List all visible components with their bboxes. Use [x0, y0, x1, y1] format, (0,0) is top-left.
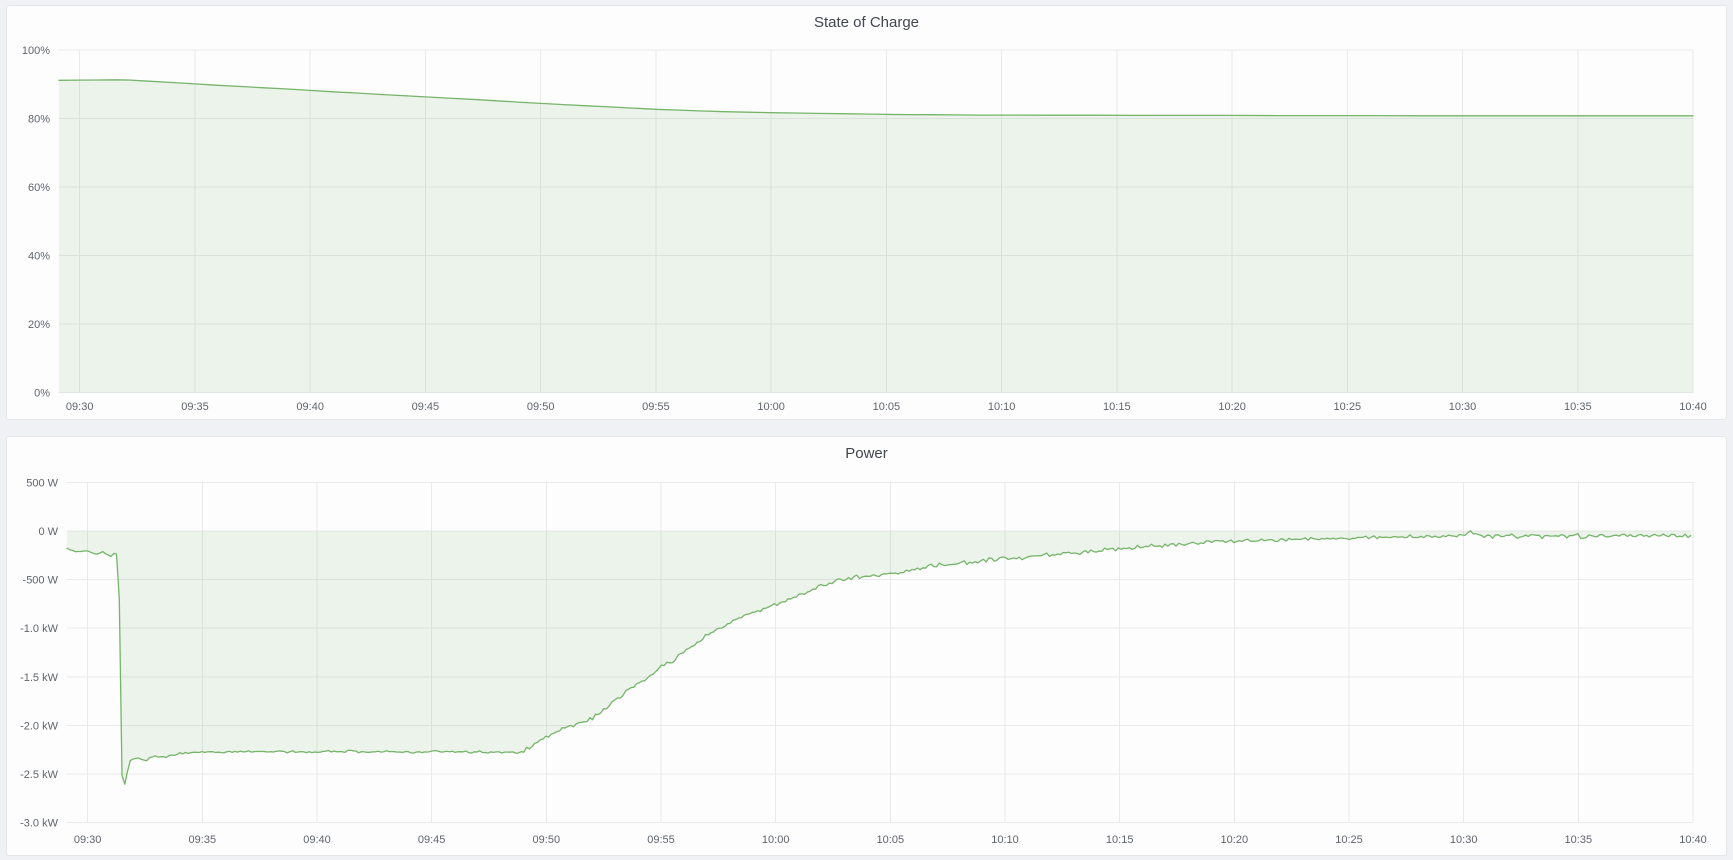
svg-text:10:05: 10:05 [877, 834, 905, 846]
x-axis-labels: 09:30 09:35 09:40 09:45 09:50 09:55 10:00 10:05… [66, 401, 1707, 413]
svg-text:10:30: 10:30 [1450, 834, 1478, 846]
svg-text:10:30: 10:30 [1449, 401, 1477, 413]
svg-text:-2.5 kW: -2.5 kW [20, 769, 59, 781]
svg-text:10:00: 10:00 [762, 834, 790, 846]
svg-text:10:10: 10:10 [988, 401, 1016, 413]
svg-text:0 W: 0 W [38, 526, 58, 538]
svg-text:100%: 100% [22, 45, 50, 57]
svg-text:09:40: 09:40 [296, 401, 324, 413]
svg-text:10:35: 10:35 [1564, 401, 1592, 413]
panel-title: State of Charge [7, 14, 1726, 31]
svg-text:09:55: 09:55 [647, 834, 675, 846]
svg-text:-1.0 kW: -1.0 kW [20, 623, 59, 635]
svg-text:10:20: 10:20 [1221, 834, 1249, 846]
panel-power: 09:30 09:35 09:40 09:45 09:50 09:55 10:00 10:05… [6, 436, 1727, 856]
y-axis-labels: 500 W 0 W -500 W -1.0 kW -1.5 kW -2.0 kW -2.5 … [20, 478, 59, 830]
svg-text:10:40: 10:40 [1679, 834, 1707, 846]
svg-text:80%: 80% [28, 114, 50, 126]
svg-text:0%: 0% [34, 388, 50, 400]
svg-text:10:15: 10:15 [1106, 834, 1134, 846]
svg-text:40%: 40% [28, 251, 50, 263]
svg-text:10:15: 10:15 [1103, 401, 1131, 413]
svg-text:-3.0 kW: -3.0 kW [20, 818, 59, 830]
soc-chart-canvas[interactable]: 09:30 09:35 09:40 09:45 09:50 09:55 10:00 10:05… [7, 6, 1726, 419]
svg-text:09:40: 09:40 [303, 834, 331, 846]
soc-chart-area[interactable]: 09:30 09:35 09:40 09:45 09:50 09:55 10:00 10:05… [7, 6, 1726, 419]
svg-text:10:25: 10:25 [1334, 401, 1362, 413]
svg-text:20%: 20% [28, 319, 50, 331]
svg-text:09:35: 09:35 [181, 401, 209, 413]
svg-text:60%: 60% [28, 182, 50, 194]
svg-text:-2.0 kW: -2.0 kW [20, 720, 59, 732]
svg-text:09:50: 09:50 [527, 401, 555, 413]
svg-text:10:20: 10:20 [1218, 401, 1246, 413]
svg-text:-1.5 kW: -1.5 kW [20, 672, 59, 684]
svg-text:10:35: 10:35 [1565, 834, 1593, 846]
svg-text:10:00: 10:00 [757, 401, 785, 413]
svg-text:10:40: 10:40 [1679, 401, 1707, 413]
svg-text:09:45: 09:45 [418, 834, 446, 846]
svg-text:10:10: 10:10 [991, 834, 1019, 846]
power-chart-area[interactable]: 09:30 09:35 09:40 09:45 09:50 09:55 10:00 10:05… [7, 437, 1726, 855]
y-axis-labels: 100% 80% 60% 40% 20% 0% [22, 45, 50, 400]
svg-text:10:25: 10:25 [1335, 834, 1363, 846]
svg-text:09:30: 09:30 [74, 834, 102, 846]
panel-title: Power [7, 445, 1726, 462]
svg-text:09:35: 09:35 [189, 834, 217, 846]
svg-text:09:50: 09:50 [533, 834, 561, 846]
svg-text:09:55: 09:55 [642, 401, 670, 413]
svg-text:10:05: 10:05 [873, 401, 901, 413]
x-axis-labels: 09:30 09:35 09:40 09:45 09:50 09:55 10:00 10:05… [74, 834, 1707, 846]
series-fill [67, 531, 1691, 784]
power-chart-canvas[interactable]: 09:30 09:35 09:40 09:45 09:50 09:55 10:00 10:05… [7, 437, 1726, 855]
panel-state-of-charge: 09:30 09:35 09:40 09:45 09:50 09:55 10:00 10:05… [6, 5, 1727, 420]
svg-text:-500 W: -500 W [23, 575, 59, 587]
series-fill [59, 80, 1693, 393]
svg-text:09:45: 09:45 [412, 401, 440, 413]
svg-text:09:30: 09:30 [66, 401, 94, 413]
svg-text:500 W: 500 W [26, 478, 58, 490]
